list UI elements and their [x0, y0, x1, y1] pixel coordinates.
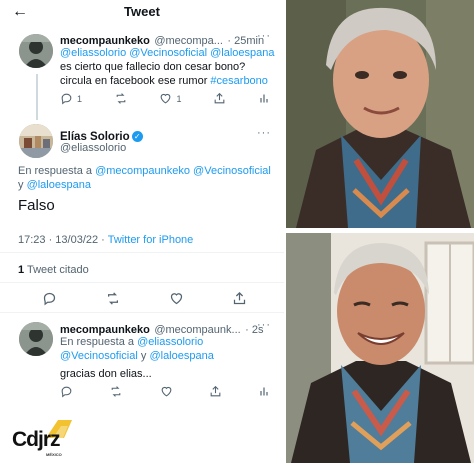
tweet-timestamp-row: 17:23 · 13/03/22 · Twitter for iPhone [18, 233, 193, 247]
tweet-panel: ← Tweet mecompaunkeko @mecompa... · 25mi… [0, 0, 284, 463]
reply-mention[interactable]: @eliassolorio [137, 336, 203, 348]
tweet-timestamp[interactable]: 17:23 · 13/03/22 · [18, 234, 105, 246]
tweet1-text: circula en facebook ese rumor [60, 75, 208, 87]
verified-badge-icon: ✓ [131, 131, 143, 142]
tweet1-mentions[interactable]: @eliassolorio @Vecinosoficial @laloespan… [60, 46, 275, 60]
header-title: Tweet [124, 4, 160, 19]
like-button[interactable]: 1 [159, 92, 182, 105]
analytics-button[interactable] [258, 385, 270, 398]
quote-count: 1 [18, 264, 25, 276]
retweet-button[interactable] [114, 92, 128, 105]
reply-context-line2: @Vecinosoficial y @laloespana [60, 349, 214, 363]
like-button[interactable] [169, 291, 184, 306]
share-icon [233, 291, 246, 305]
share-button[interactable] [232, 291, 247, 306]
reply-and: y [18, 179, 24, 191]
like-button[interactable] [160, 385, 173, 398]
tweet1-actions: 1 1 [60, 92, 270, 105]
retweet-button[interactable] [109, 385, 123, 398]
reply-icon [61, 93, 72, 105]
reply-button[interactable] [42, 291, 57, 306]
reply-prefix: En respuesta a [60, 336, 134, 348]
reply-icon [61, 386, 72, 398]
retweet-icon [111, 386, 121, 397]
avatar[interactable] [19, 322, 53, 356]
logo-subtext: MÉXICO [46, 452, 62, 457]
retweet-icon [116, 93, 126, 104]
watermark-logo: Cdjrz MÉXICO [12, 418, 82, 458]
tweet1-text-line3: circula en facebook ese rumor #cesarbono [60, 74, 268, 88]
more-icon[interactable]: ··· [257, 319, 271, 331]
tweet1-text-line2: es cierto que fallecio don cesar bono? [60, 61, 246, 73]
reply-context: En respuesta a @mecompaunkeko @Vecinosof… [18, 164, 271, 178]
heart-icon [161, 93, 171, 104]
divider [0, 312, 284, 313]
photo-column [286, 0, 474, 463]
tweet-client[interactable]: Twitter for iPhone [108, 234, 194, 246]
portrait-photo-top [286, 0, 474, 228]
avatar[interactable] [19, 34, 53, 68]
divider [0, 252, 284, 253]
reply-button[interactable]: 1 [60, 92, 82, 105]
more-icon[interactable]: ··· [257, 30, 271, 42]
tweet-body: Falso [18, 197, 55, 214]
reply-context: En respuesta a @eliassolorio [60, 335, 203, 349]
share-button[interactable] [213, 92, 226, 105]
portrait-photo-bottom [286, 233, 474, 463]
reply-count: 1 [77, 93, 83, 104]
analytics-icon [260, 387, 268, 396]
author-handle[interactable]: @eliassolorio [60, 142, 126, 154]
reply-icon [43, 292, 56, 306]
reply-context-line2: y @laloespana [18, 178, 91, 192]
share-icon [214, 92, 225, 104]
reply-and: y [140, 350, 147, 362]
reply-mention[interactable]: @laloespana [27, 179, 91, 191]
hashtag-link[interactable]: #cesarbono [210, 75, 268, 87]
reply-mentions[interactable]: @mecompaunkeko @Vecinosoficial [95, 165, 271, 177]
quote-label: Tweet citado [26, 264, 89, 276]
quote-tweets-link[interactable]: 1 Tweet citado [18, 263, 89, 277]
divider [0, 282, 284, 283]
share-icon [210, 385, 221, 397]
logo-text: Cdjrz [12, 428, 60, 451]
analytics-icon [260, 94, 268, 103]
reply-mention[interactable]: @laloespana [149, 350, 213, 362]
tweet3-body: gracias don elias... [60, 368, 152, 380]
tweet3-actions [60, 385, 270, 398]
reply-prefix: En respuesta a [18, 165, 92, 177]
main-actions [42, 291, 247, 306]
like-count: 1 [176, 93, 182, 104]
avatar[interactable] [19, 124, 53, 158]
reply-button[interactable] [60, 385, 73, 398]
analytics-button[interactable] [258, 92, 270, 105]
tweet-header: ← Tweet [0, 0, 284, 24]
heart-icon [161, 386, 171, 397]
retweet-button[interactable] [105, 291, 121, 306]
reply-mention[interactable]: @Vecinosoficial [60, 350, 138, 362]
retweet-icon [108, 292, 118, 305]
thread-line [36, 74, 38, 120]
more-icon[interactable]: ··· [257, 127, 271, 139]
heart-icon [170, 293, 183, 305]
share-button[interactable] [209, 385, 222, 398]
